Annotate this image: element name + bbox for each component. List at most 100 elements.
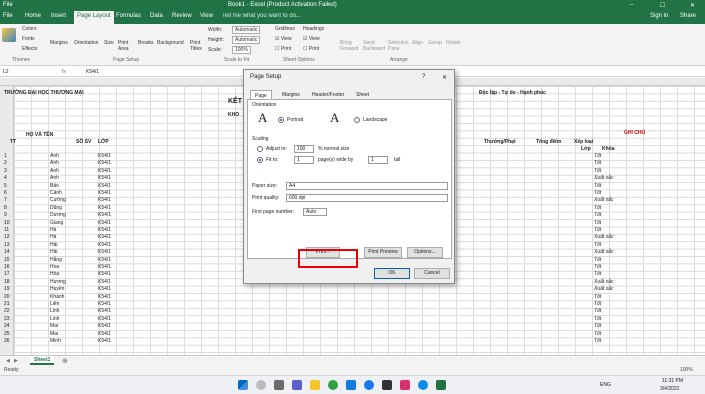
- tab-file[interactable]: File: [3, 13, 13, 19]
- student-grade[interactable]: Tốt: [594, 338, 601, 344]
- student-name[interactable]: Giang: [50, 220, 63, 226]
- width-select[interactable]: Automatic: [232, 26, 261, 34]
- student-grade[interactable]: Xuất sắc: [594, 249, 613, 255]
- student-class[interactable]: K54/1: [98, 249, 111, 255]
- student-class[interactable]: K54/1: [98, 294, 111, 300]
- options-button[interactable]: Options...: [407, 247, 443, 258]
- student-class[interactable]: K54/1: [98, 234, 111, 240]
- tell-me-search[interactable]: Tell me what you want to do...: [222, 13, 301, 19]
- student-class[interactable]: K54/1: [98, 271, 111, 277]
- start-icon[interactable]: [238, 380, 248, 390]
- student-grade[interactable]: Tốt: [594, 257, 601, 263]
- language-indicator[interactable]: ENG: [600, 382, 611, 388]
- student-class[interactable]: K54/1: [98, 301, 111, 307]
- tab-page-layout[interactable]: Page Layout: [74, 11, 114, 24]
- student-grade[interactable]: Tốt: [594, 271, 601, 277]
- margins-button[interactable]: Margins: [50, 40, 68, 46]
- student-class[interactable]: K54/1: [98, 227, 111, 233]
- student-name[interactable]: Hằng: [50, 257, 62, 263]
- search-icon[interactable]: [256, 380, 266, 390]
- teams-icon[interactable]: [292, 380, 302, 390]
- send-backward-button[interactable]: Send Backward: [363, 40, 385, 52]
- student-name[interactable]: Minh: [50, 338, 61, 344]
- student-grade[interactable]: Tốt: [594, 160, 601, 166]
- formula-input[interactable]: K54/1: [86, 69, 99, 75]
- student-class[interactable]: K54/1: [98, 153, 111, 159]
- group-button[interactable]: Group: [428, 40, 442, 46]
- dialog-close-icon[interactable]: ✕: [442, 74, 447, 81]
- clock-date[interactable]: 3/4/2022: [660, 386, 679, 392]
- background-button[interactable]: Background: [157, 40, 184, 46]
- student-class[interactable]: K54/1: [98, 220, 111, 226]
- student-grade[interactable]: Tốt: [594, 153, 601, 159]
- file-menu[interactable]: File: [3, 2, 13, 8]
- student-class[interactable]: K54/1: [98, 316, 111, 322]
- student-name[interactable]: Linh: [50, 308, 59, 314]
- print-area-button[interactable]: Print Area: [118, 40, 134, 52]
- align-button[interactable]: Align: [412, 40, 423, 46]
- student-grade[interactable]: Tốt: [594, 301, 601, 307]
- student-grade[interactable]: Tốt: [594, 294, 601, 300]
- headings-print-checkbox[interactable]: ☐ Print: [303, 46, 319, 52]
- close-icon[interactable]: ✕: [690, 2, 695, 9]
- student-name[interactable]: Hòa: [50, 271, 59, 277]
- fit-tall-input[interactable]: 1: [368, 156, 388, 164]
- student-class[interactable]: K54/1: [98, 257, 111, 263]
- messenger-icon[interactable]: [364, 380, 374, 390]
- gridlines-view-checkbox[interactable]: ☑ View: [275, 36, 292, 42]
- student-grade[interactable]: Xuất sắc: [594, 197, 613, 203]
- student-grade[interactable]: Xuất sắc: [594, 279, 613, 285]
- student-grade[interactable]: Tốt: [594, 242, 601, 248]
- student-name[interactable]: Hoa: [50, 264, 59, 270]
- clock-time[interactable]: 11:31 PM: [662, 378, 683, 384]
- task-view-icon[interactable]: [274, 380, 284, 390]
- fonts-button[interactable]: Fonts: [22, 36, 35, 42]
- student-name[interactable]: Dương: [50, 212, 66, 218]
- student-grade[interactable]: Xuất sắc: [594, 234, 613, 240]
- print-button[interactable]: Print...: [306, 247, 340, 258]
- minimize-icon[interactable]: –: [630, 2, 633, 8]
- name-box[interactable]: L2: [3, 69, 9, 75]
- sheet-nav-right-icon[interactable]: ▶: [14, 358, 18, 364]
- cancel-button[interactable]: Cancel: [414, 268, 450, 279]
- student-class[interactable]: K54/1: [98, 242, 111, 248]
- student-class[interactable]: K54/1: [98, 331, 111, 337]
- student-class[interactable]: K54/1: [98, 264, 111, 270]
- rotate-button[interactable]: Rotate: [446, 40, 461, 46]
- student-name[interactable]: Cảnh: [50, 190, 62, 196]
- store-icon[interactable]: [346, 380, 356, 390]
- adjust-to-radio[interactable]: [257, 146, 263, 152]
- student-name[interactable]: Bảo: [50, 183, 59, 189]
- student-name[interactable]: Mai: [50, 331, 58, 337]
- tab-data[interactable]: Data: [150, 13, 163, 19]
- chrome-icon[interactable]: [328, 380, 338, 390]
- size-button[interactable]: Size: [104, 40, 114, 46]
- student-class[interactable]: K54/1: [98, 190, 111, 196]
- student-name[interactable]: Anh: [50, 160, 59, 166]
- orientation-button[interactable]: Orientation: [74, 40, 98, 46]
- student-name[interactable]: Mai: [50, 323, 58, 329]
- student-class[interactable]: K54/1: [98, 286, 111, 292]
- student-grade[interactable]: Tốt: [594, 190, 601, 196]
- student-grade[interactable]: Tốt: [594, 331, 601, 337]
- adjust-percent-input[interactable]: 100: [294, 145, 314, 153]
- file-explorer-icon[interactable]: [310, 380, 320, 390]
- student-grade[interactable]: Tốt: [594, 168, 601, 174]
- share-button[interactable]: Share: [680, 13, 696, 19]
- headings-view-checkbox[interactable]: ☑ View: [303, 36, 320, 42]
- student-grade[interactable]: Tốt: [594, 316, 601, 322]
- student-grade[interactable]: Tốt: [594, 227, 601, 233]
- student-name[interactable]: Cường: [50, 197, 66, 203]
- tab-review[interactable]: Review: [172, 13, 192, 19]
- effects-button[interactable]: Effects: [22, 46, 37, 52]
- sign-in-link[interactable]: Sign in: [650, 13, 668, 19]
- student-class[interactable]: K54/1: [98, 175, 111, 181]
- sheet-nav-left-icon[interactable]: ◀: [6, 358, 10, 364]
- student-name[interactable]: Linh: [50, 316, 59, 322]
- gridlines-print-checkbox[interactable]: ☐ Print: [275, 46, 291, 52]
- student-class[interactable]: K54/1: [98, 212, 111, 218]
- student-grade[interactable]: Tốt: [594, 220, 601, 226]
- student-name[interactable]: Hải: [50, 242, 58, 248]
- edge-icon[interactable]: [418, 380, 428, 390]
- student-name[interactable]: Anh: [50, 175, 59, 181]
